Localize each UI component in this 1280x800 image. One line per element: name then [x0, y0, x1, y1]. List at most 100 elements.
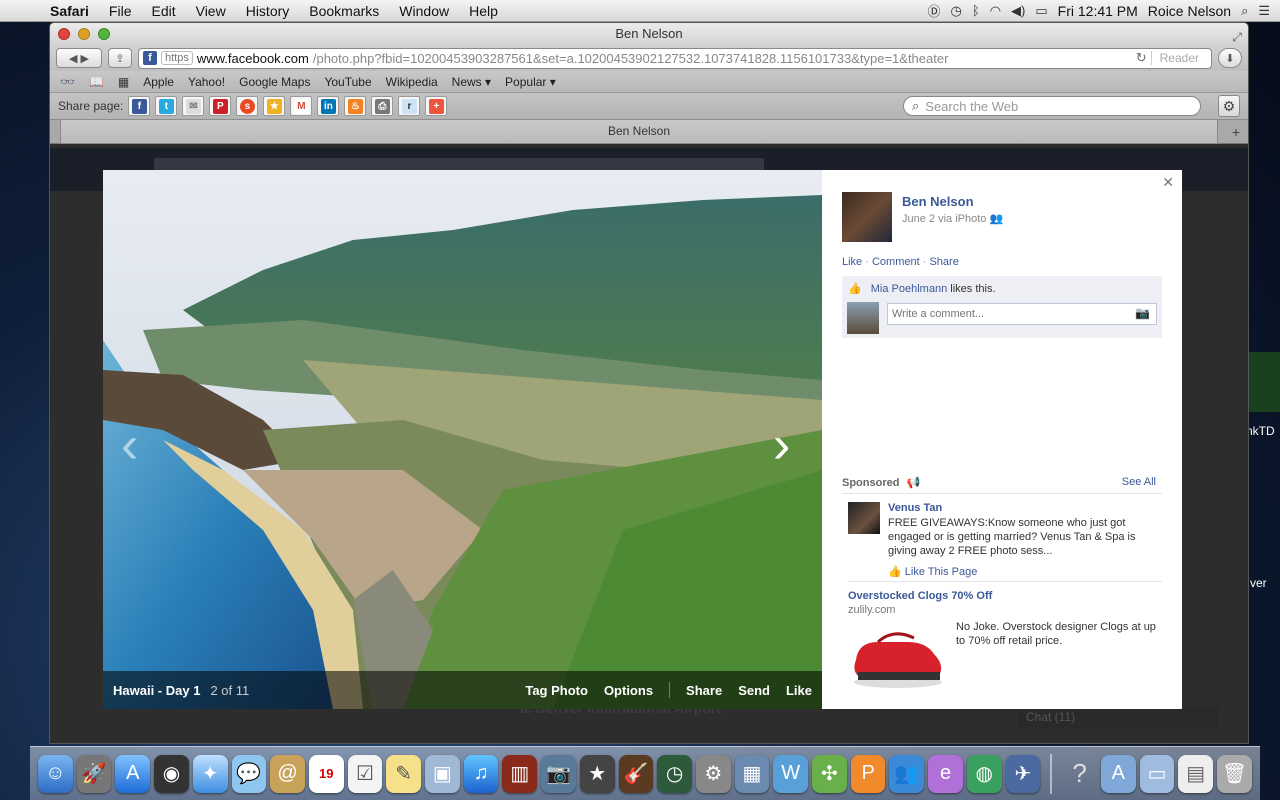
- bookmark-news-folder[interactable]: News ▾: [452, 75, 491, 89]
- minimize-window-button[interactable]: [78, 28, 90, 40]
- menu-view[interactable]: View: [186, 3, 236, 19]
- share-gmail-button[interactable]: M: [290, 96, 313, 116]
- imovie-icon[interactable]: ★: [579, 754, 615, 793]
- sponsored-ad[interactable]: Overstocked Clogs 70% Off zulily.com No …: [848, 590, 1162, 700]
- tag-photo-button[interactable]: Tag Photo: [525, 683, 588, 698]
- dictation-icon[interactable]: Ⓓ: [928, 1, 941, 20]
- send-photo-button[interactable]: Send: [738, 683, 770, 698]
- share-reddit-button[interactable]: r: [398, 96, 421, 116]
- share-stumbleupon-button[interactable]: s: [236, 96, 259, 116]
- battery-icon[interactable]: ▭: [1035, 3, 1047, 19]
- dashboard-icon[interactable]: ◉: [154, 754, 189, 793]
- contacts-icon[interactable]: @: [270, 754, 305, 793]
- like-page-label[interactable]: Like This Page: [905, 566, 978, 578]
- app-store-icon[interactable]: A: [115, 754, 151, 793]
- trash-icon[interactable]: 🗑: [1217, 754, 1252, 793]
- top-sites-icon[interactable]: ▦: [118, 75, 129, 89]
- menu-bookmarks[interactable]: Bookmarks: [299, 3, 389, 19]
- tab-ben-nelson[interactable]: Ben Nelson: [60, 120, 1218, 144]
- options-button[interactable]: Options: [604, 683, 653, 698]
- app-green-icon[interactable]: ✣: [812, 754, 847, 793]
- photo-booth-icon[interactable]: ▥: [502, 754, 538, 793]
- red-clog-image[interactable]: [848, 620, 948, 692]
- menu-file[interactable]: File: [99, 3, 142, 19]
- owner-avatar[interactable]: [842, 192, 892, 242]
- share-more-button[interactable]: +: [425, 96, 448, 116]
- safari-icon[interactable]: ✦: [192, 754, 228, 793]
- like-page-link[interactable]: 👍 Like This Page: [888, 565, 977, 578]
- time-machine-icon[interactable]: ◷: [951, 3, 962, 19]
- reminders-icon[interactable]: ☑: [347, 754, 383, 793]
- wifi-icon[interactable]: ◠: [990, 3, 1001, 19]
- notes-icon[interactable]: ✎: [386, 754, 422, 793]
- close-window-button[interactable]: [58, 28, 70, 40]
- next-photo-arrow-icon[interactable]: ›: [773, 415, 790, 475]
- share-favorite-button[interactable]: ★: [263, 96, 286, 116]
- applications-folder-icon[interactable]: A: [1100, 754, 1136, 793]
- garageband-icon[interactable]: 🎸: [618, 754, 654, 793]
- app-globe-icon[interactable]: ◍: [966, 754, 1002, 793]
- calendar-icon[interactable]: 19: [308, 754, 344, 793]
- bookmark-wikipedia[interactable]: Wikipedia: [386, 75, 438, 89]
- web-search-field[interactable]: ⌕ Search the Web: [903, 96, 1201, 116]
- bookmark-apple[interactable]: Apple: [143, 75, 174, 89]
- app-stamp-icon[interactable]: ✈: [1005, 754, 1041, 793]
- ad-title[interactable]: Venus Tan: [888, 502, 942, 514]
- system-preferences-icon[interactable]: ⚙: [695, 754, 731, 793]
- share-facebook-button[interactable]: f: [128, 96, 151, 116]
- app-p-icon[interactable]: P: [850, 754, 886, 793]
- bookmark-yahoo[interactable]: Yahoo!: [188, 75, 225, 89]
- comment-link[interactable]: Comment: [872, 256, 920, 268]
- reading-list-icon[interactable]: 👓: [60, 75, 75, 89]
- share-print-button[interactable]: ⎙: [371, 96, 394, 116]
- documents-folder-icon[interactable]: ▭: [1139, 754, 1175, 793]
- post-date-source[interactable]: June 2 via iPhoto: [902, 213, 986, 225]
- forward-icon[interactable]: ▶: [81, 52, 89, 65]
- back-icon[interactable]: ◀: [69, 52, 77, 65]
- desktop-app-icon[interactable]: [1246, 352, 1280, 412]
- close-icon[interactable]: ✕: [1162, 174, 1174, 191]
- ad-title[interactable]: Overstocked Clogs 70% Off: [848, 590, 992, 602]
- back-forward-buttons[interactable]: ◀ ▶: [56, 48, 102, 68]
- menu-help[interactable]: Help: [459, 3, 508, 19]
- camera-icon[interactable]: 📷: [1135, 306, 1150, 320]
- fullscreen-icon[interactable]: ⤢: [1232, 26, 1242, 48]
- bookmark-popular-folder[interactable]: Popular ▾: [505, 75, 556, 89]
- previous-photo-arrow-icon[interactable]: ‹: [121, 415, 138, 475]
- menu-window[interactable]: Window: [389, 3, 459, 19]
- share-button[interactable]: ⇪: [108, 48, 132, 68]
- ad-image[interactable]: [848, 502, 880, 534]
- app-e-icon[interactable]: e: [928, 754, 963, 793]
- share-twitter-button[interactable]: t: [155, 96, 178, 116]
- new-tab-icon[interactable]: +: [1232, 124, 1240, 140]
- bookmark-google-maps[interactable]: Google Maps: [239, 75, 310, 89]
- clock[interactable]: Fri 12:41 PM: [1058, 3, 1138, 19]
- hawaii-photo[interactable]: ‹ › Hawaii - Day 1 2 of 11 Tag Photo Opt…: [103, 170, 822, 709]
- reader-button[interactable]: Reader: [1150, 51, 1207, 65]
- app-people-icon[interactable]: 👥: [889, 754, 925, 793]
- bluetooth-icon[interactable]: ᛒ: [972, 3, 980, 18]
- sponsored-ad[interactable]: Venus Tan FREE GIVEAWAYS:Know someone wh…: [848, 502, 1162, 582]
- chat-bar-dimmed[interactable]: Chat (11): [1018, 706, 1218, 728]
- share-hot-button[interactable]: ♨: [344, 96, 367, 116]
- launchpad-icon[interactable]: 🚀: [76, 754, 112, 793]
- user-name[interactable]: Roice Nelson: [1148, 3, 1231, 19]
- like-photo-button[interactable]: Like: [786, 683, 812, 698]
- preview-icon[interactable]: ▣: [425, 754, 460, 793]
- messages-icon[interactable]: 💬: [231, 754, 267, 793]
- file-icon[interactable]: ▤: [1178, 754, 1214, 793]
- finder-icon[interactable]: ☺: [38, 754, 73, 793]
- share-linkedin-button[interactable]: in: [317, 96, 340, 116]
- menu-edit[interactable]: Edit: [141, 3, 185, 19]
- share-photo-button[interactable]: Share: [686, 683, 722, 698]
- see-all-link[interactable]: See All: [1122, 476, 1156, 488]
- comment-input[interactable]: [887, 303, 1157, 325]
- like-link[interactable]: Like: [842, 256, 862, 268]
- gear-icon[interactable]: ⚙: [1218, 95, 1240, 117]
- time-machine-dock-icon[interactable]: ◷: [657, 754, 692, 793]
- help-icon[interactable]: ?: [1062, 755, 1097, 793]
- notification-center-icon[interactable]: ☰: [1258, 3, 1270, 19]
- album-title[interactable]: Hawaii - Day 1: [113, 683, 200, 698]
- spotlight-icon[interactable]: ⌕: [1241, 3, 1248, 19]
- bookmarks-book-icon[interactable]: 📖: [89, 75, 104, 89]
